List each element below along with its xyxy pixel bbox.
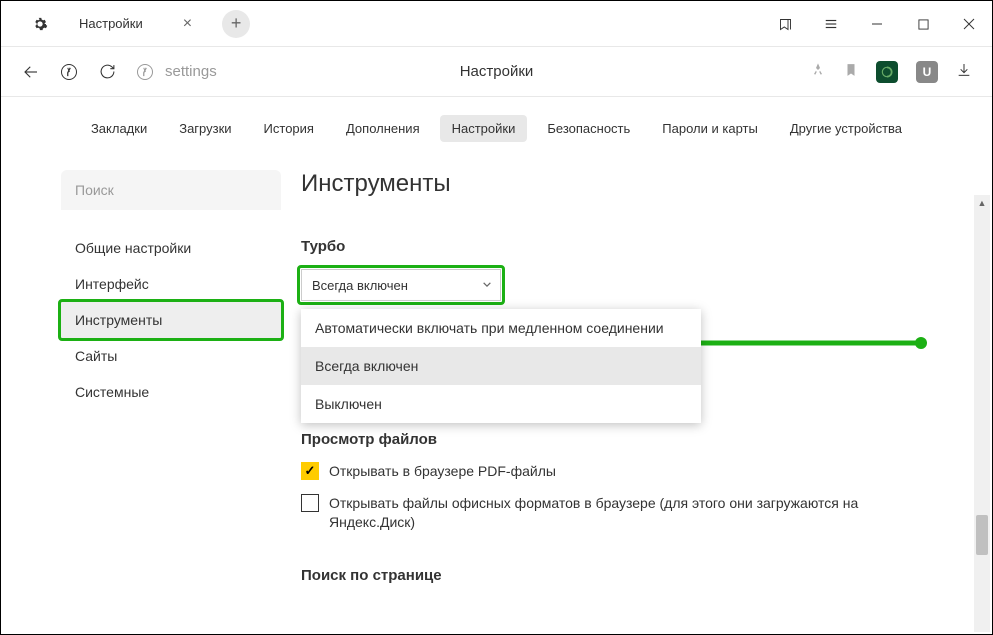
turbo-section: Турбо Всегда включен Автоматически включ… [301,238,932,301]
titlebar: Настройки × + [1,1,992,47]
checkbox-row-office: Открывать файлы офисных форматов в брауз… [301,494,932,533]
sidebar-item-system[interactable]: Системные [61,374,281,410]
browser-tab-settings[interactable]: Настройки × [69,5,202,43]
yandex-icon[interactable] [59,62,79,82]
extension-badge-1[interactable] [876,61,898,83]
maximize-button[interactable] [900,1,946,47]
download-icon[interactable] [956,62,972,81]
turbo-dropdown-menu: Автоматически включать при медленном сое… [301,309,701,423]
top-tab-security[interactable]: Безопасность [535,115,642,142]
checkbox-pdf[interactable] [301,462,319,480]
files-title: Просмотр файлов [301,431,932,448]
top-tab-devices[interactable]: Другие устройства [778,115,914,142]
turbo-option-auto[interactable]: Автоматически включать при медленном сое… [301,309,701,347]
back-button[interactable] [21,62,41,82]
settings-body: Поиск Общие настройки Интерфейс Инструме… [1,170,992,618]
search-input[interactable]: Поиск [61,170,281,210]
scrollbar-thumb[interactable] [976,515,988,555]
checkbox-pdf-label: Открывать в браузере PDF-файлы [329,462,932,482]
sidebar-items: Общие настройки Интерфейс Инструменты Са… [61,230,281,410]
gear-icon [31,15,49,33]
turbo-option-always[interactable]: Всегда включен [301,347,701,385]
sidebar-item-tools[interactable]: Инструменты [61,302,281,338]
scrollbar[interactable]: ▲ [974,195,990,632]
url-text: settings [165,63,217,80]
menu-icon[interactable] [808,1,854,47]
page-title: Настройки [460,63,534,80]
rocket-icon[interactable] [810,62,826,81]
top-tab-downloads[interactable]: Загрузки [167,115,243,142]
main-scroll: Закладки Загрузки История Дополнения Нас… [1,97,992,634]
turbo-dropdown[interactable]: Всегда включен [301,269,501,301]
reload-button[interactable] [97,62,117,82]
sidebar-item-sites[interactable]: Сайты [61,338,281,374]
top-tab-settings[interactable]: Настройки [440,115,528,142]
toolbar-right: U [810,61,972,83]
minimize-button[interactable] [854,1,900,47]
turbo-title: Турбо [301,238,932,255]
scrollbar-up-icon[interactable]: ▲ [974,195,990,211]
sidebar: Поиск Общие настройки Интерфейс Инструме… [61,170,281,618]
toolbar: settings Настройки U [1,47,992,97]
checkbox-office[interactable] [301,494,319,512]
top-tab-passwords[interactable]: Пароли и карты [650,115,770,142]
top-tab-addons[interactable]: Дополнения [334,115,432,142]
page-search-title: Поиск по странице [301,567,932,584]
main-panel: Инструменты Турбо Всегда включен Автомат… [301,170,932,618]
turbo-option-off[interactable]: Выключен [301,385,701,423]
checkbox-office-label: Открывать файлы офисных форматов в брауз… [329,494,932,533]
content-area: Закладки Загрузки История Дополнения Нас… [1,97,992,634]
files-section: Просмотр файлов Открывать в браузере PDF… [301,431,932,533]
top-tab-history[interactable]: История [252,115,326,142]
sidebar-item-interface[interactable]: Интерфейс [61,266,281,302]
bookmark-collection-icon[interactable] [762,1,808,47]
site-icon [135,62,155,82]
close-icon[interactable]: × [183,15,192,33]
turbo-dropdown-wrap: Всегда включен Автоматически включать пр… [301,269,501,301]
window-controls [762,1,992,47]
page-search-section: Поиск по странице [301,567,932,584]
close-window-button[interactable] [946,1,992,47]
tab-title: Настройки [79,16,143,31]
address-bar[interactable]: settings [135,62,217,82]
checkbox-row-pdf: Открывать в браузере PDF-файлы [301,462,932,482]
section-heading: Инструменты [301,170,932,198]
chevron-down-icon [482,278,492,293]
new-tab-button[interactable]: + [222,10,250,38]
extension-badge-2[interactable]: U [916,61,938,83]
top-tab-bookmarks[interactable]: Закладки [79,115,159,142]
sidebar-item-general[interactable]: Общие настройки [61,230,281,266]
tab-area: Настройки × + [1,1,250,46]
top-tabs: Закладки Загрузки История Дополнения Нас… [1,97,992,170]
bookmark-icon[interactable] [844,62,858,81]
